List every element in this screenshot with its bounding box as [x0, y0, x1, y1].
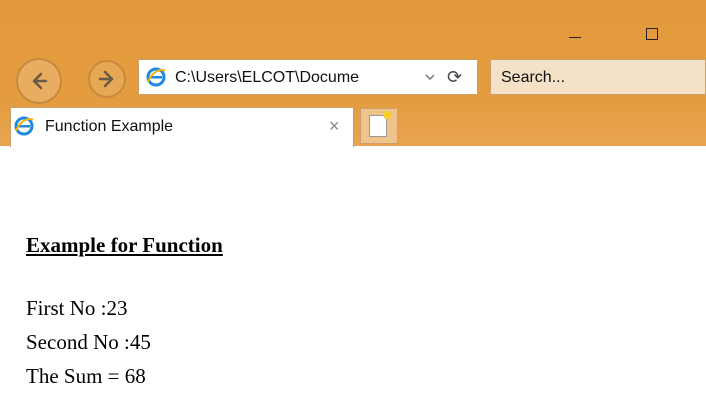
tab-function-example[interactable]: Function Example × [10, 107, 354, 147]
chevron-down-icon[interactable] [425, 74, 435, 80]
ie-logo-icon [146, 67, 166, 87]
arrow-left-icon [32, 72, 48, 90]
address-bar[interactable]: C:\Users\ELCOT\Docume ⟳ [138, 59, 478, 95]
arrow-right-icon [98, 70, 114, 88]
first-number-text: First No :23 [26, 296, 128, 320]
page-heading: Example for Function [26, 233, 223, 257]
back-button[interactable] [16, 58, 62, 104]
minimize-button[interactable] [552, 20, 598, 52]
sum-text: The Sum = 68 [26, 364, 146, 388]
search-placeholder: Search... [501, 69, 566, 86]
address-text[interactable]: C:\Users\ELCOT\Docume [175, 66, 415, 90]
second-number-text: Second No :45 [26, 330, 151, 354]
forward-button[interactable] [88, 60, 126, 98]
refresh-icon[interactable]: ⟳ [447, 66, 462, 88]
new-tab-icon [369, 111, 391, 137]
browser-chrome: C:\Users\ELCOT\Docume ⟳ Search... Functi… [0, 0, 706, 147]
ie-logo-icon [14, 116, 34, 136]
tab-title: Function Example [45, 118, 174, 135]
new-tab-button[interactable] [360, 108, 398, 144]
close-icon[interactable]: × [329, 114, 340, 138]
page-content: Example for Function First No :23 Second… [0, 146, 706, 394]
maximize-button[interactable] [630, 20, 676, 52]
search-input[interactable]: Search... [490, 59, 706, 95]
